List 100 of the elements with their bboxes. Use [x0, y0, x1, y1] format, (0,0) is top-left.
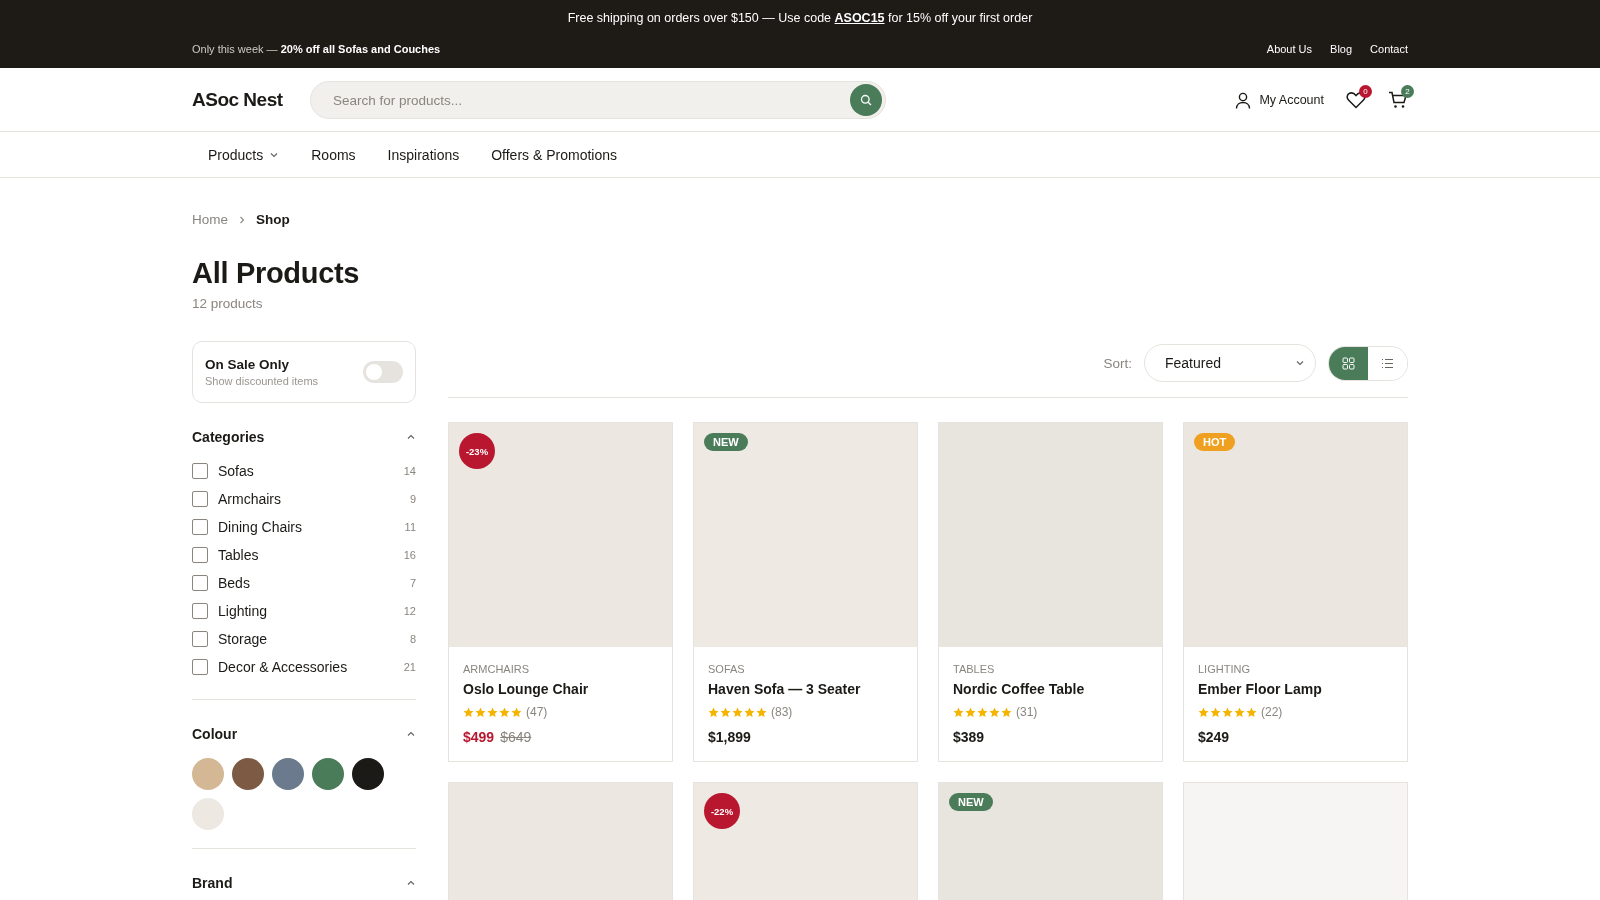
search-input[interactable]: Search for products...	[331, 91, 850, 109]
chevron-right-icon	[238, 214, 246, 225]
account-link[interactable]: My Account	[1235, 91, 1324, 109]
list-icon	[1381, 357, 1394, 369]
top-link[interactable]: Blog	[1330, 43, 1353, 55]
category-count: 12	[403, 605, 416, 617]
checkbox[interactable]	[192, 659, 208, 675]
star-icon	[708, 706, 719, 718]
product-price: $389	[953, 729, 985, 745]
product-category: SOFAS	[708, 663, 746, 675]
wishlist-count: 0	[1359, 85, 1372, 98]
star-icon	[965, 706, 976, 718]
checkbox[interactable]	[192, 603, 208, 619]
category-label[interactable]: Sofas	[218, 463, 254, 479]
star-icon	[1246, 706, 1257, 718]
section-header[interactable]: Brand	[192, 875, 416, 891]
nav-link[interactable]: Inspirations	[387, 147, 460, 163]
checkbox[interactable]	[192, 575, 208, 591]
user-icon	[1235, 91, 1252, 109]
checkbox[interactable]	[192, 631, 208, 647]
product-price: $249	[1198, 729, 1230, 745]
colour-swatch[interactable]	[352, 758, 384, 790]
product-card[interactable]: TABLES Nordic Coffee Table (31) $389	[938, 422, 1163, 762]
nav-link[interactable]: Offers & Promotions	[491, 147, 617, 163]
category-count: 21	[403, 661, 416, 673]
chevron-down-icon	[1295, 358, 1305, 368]
page-title: All Products	[192, 257, 361, 290]
category-count: 14	[403, 465, 416, 477]
grid-view-button[interactable]	[1329, 346, 1368, 380]
breadcrumb-link[interactable]: Home	[192, 212, 228, 227]
wishlist-button[interactable]	[1346, 91, 1366, 109]
category-count: 16	[403, 549, 416, 561]
product-category: LIGHTING	[1198, 663, 1251, 675]
checkbox[interactable]	[192, 547, 208, 563]
chevron-up-icon	[406, 878, 416, 888]
toggle-switch[interactable]	[363, 361, 403, 383]
star-icon	[487, 706, 498, 718]
star-icon	[475, 706, 486, 718]
colour-swatch[interactable]	[192, 758, 224, 790]
product-card[interactable]: HOT LIGHTING Ember Floor Lamp (22) $249	[1183, 422, 1408, 762]
product-badge: -23%	[459, 433, 495, 469]
category-label[interactable]: Tables	[218, 547, 259, 563]
category-count: 8	[409, 633, 416, 645]
cart-count: 2	[1401, 85, 1414, 98]
checkbox[interactable]	[192, 463, 208, 479]
product-card[interactable]: NEW SOFAS Haven Sofa — 3 Seater (83) $1,899	[693, 422, 918, 762]
star-icon	[1222, 706, 1233, 718]
star-icon	[732, 706, 743, 718]
section-header[interactable]: Colour	[192, 726, 416, 742]
product-name[interactable]: Haven Sofa — 3 Seater	[708, 681, 903, 697]
product-badge: -22%	[704, 793, 740, 829]
sort-select[interactable]: Featured	[1144, 344, 1316, 382]
announcement-text: Free shipping on orders over $150 — Use code ASOC15 for 15% off your first order	[567, 11, 1033, 25]
breadcrumb-link[interactable]: Shop	[256, 212, 290, 227]
category-label[interactable]: Lighting	[218, 603, 268, 619]
filter-title: On Sale Only	[205, 357, 291, 372]
star-icon	[499, 706, 510, 718]
category-label[interactable]: Dining Chairs	[218, 519, 303, 535]
product-category: ARMCHAIRS	[463, 663, 530, 675]
top-link[interactable]: Contact	[1370, 43, 1408, 55]
product-category: TABLES	[953, 663, 996, 675]
section-header[interactable]: Categories	[192, 429, 416, 445]
top-link[interactable]: About Us	[1266, 43, 1313, 55]
product-count: 12 products	[192, 296, 264, 311]
chevron-up-icon	[406, 432, 416, 442]
grid-icon	[1342, 356, 1355, 370]
product-card[interactable]: -22%	[693, 782, 918, 900]
promo-text: Only this week — 20% off all Sofas and Couches	[192, 43, 441, 55]
colour-swatch[interactable]	[312, 758, 344, 790]
product-card[interactable]: NEW	[938, 782, 1163, 900]
nav-link[interactable]: Products	[208, 147, 280, 163]
star-icon	[1210, 706, 1221, 718]
category-label[interactable]: Armchairs	[218, 491, 281, 507]
colour-swatch[interactable]	[272, 758, 304, 790]
product-badge: NEW	[704, 433, 748, 451]
logo[interactable]: ASoc Nest	[192, 89, 286, 111]
sort-label: Sort:	[1103, 355, 1132, 371]
search-button[interactable]	[850, 84, 882, 116]
category-label[interactable]: Beds	[218, 575, 250, 591]
search-icon	[860, 94, 872, 106]
product-badge: HOT	[1194, 433, 1236, 451]
checkbox[interactable]	[192, 491, 208, 507]
category-label[interactable]: Decor & Accessories	[218, 659, 348, 675]
product-card[interactable]: -23% ARMCHAIRS Oslo Lounge Chair (47) $499 $649	[448, 422, 673, 762]
review-count: (47)	[526, 705, 548, 719]
colour-swatch[interactable]	[232, 758, 264, 790]
category-count: 7	[409, 577, 416, 589]
category-count: 9	[409, 493, 416, 505]
star-icon	[1234, 706, 1245, 718]
cart-icon	[1388, 91, 1408, 109]
product-name[interactable]: Nordic Coffee Table	[953, 681, 1148, 697]
category-label[interactable]: Storage	[218, 631, 268, 647]
product-name[interactable]: Oslo Lounge Chair	[463, 681, 658, 697]
filter-description: Show discounted items	[205, 375, 319, 387]
nav-link[interactable]: Rooms	[311, 147, 356, 163]
colour-swatch[interactable]	[192, 798, 224, 830]
product-name[interactable]: Ember Floor Lamp	[1198, 681, 1393, 697]
checkbox[interactable]	[192, 519, 208, 535]
cart-button[interactable]	[1388, 91, 1408, 109]
search-field[interactable]: Search for products...	[310, 81, 886, 119]
